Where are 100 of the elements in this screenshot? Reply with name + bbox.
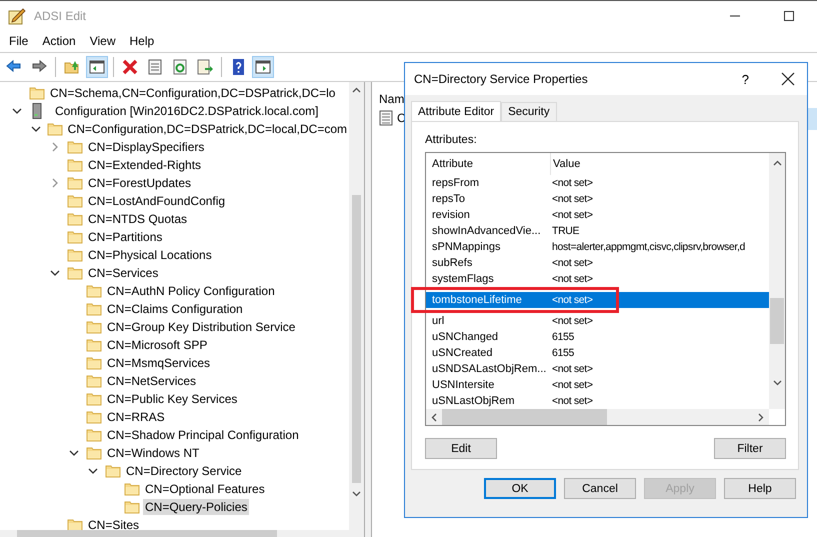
action-pane-icon[interactable] — [252, 56, 274, 78]
scroll-thumb[interactable] — [442, 409, 607, 425]
horizontal-scrollbar[interactable] — [0, 530, 364, 537]
attribute-row[interactable]: uSNLastObjRem <not set> — [426, 393, 769, 409]
tree-item[interactable]: CN=AuthN Policy Configuration — [105, 283, 277, 299]
column-header[interactable]: Nam — [379, 88, 404, 110]
attribute-row[interactable]: uSNCreated 6155 — [426, 345, 769, 361]
attribute-name: uSNLastObjRem — [431, 395, 516, 407]
chevron-right-icon[interactable] — [50, 142, 60, 152]
scroll-up-icon[interactable] — [352, 87, 361, 93]
attribute-value: <not set> — [551, 363, 593, 375]
help-button[interactable]: ? — [742, 72, 749, 86]
tree-item[interactable]: CN=Query-Policies — [143, 499, 250, 515]
tree-item[interactable]: CN=Optional Features — [143, 481, 267, 497]
tree-item[interactable]: CN=Windows NT — [105, 445, 202, 461]
menu-item[interactable]: Action — [35, 34, 83, 48]
chevron-down-icon[interactable] — [69, 448, 79, 458]
attribute-value: host=alerter,appmgmt,cisvc,clipsrv,browser,d — [551, 241, 746, 253]
chevron-down-icon[interactable] — [50, 268, 60, 278]
menu-item[interactable]: File — [2, 34, 36, 48]
folder-icon — [67, 140, 83, 154]
attribute-name: subRefs — [431, 257, 474, 269]
tree-item[interactable]: CN=Claims Configuration — [105, 301, 245, 317]
folder-icon — [67, 230, 83, 244]
console-tree-icon[interactable] — [86, 56, 108, 78]
scroll-thumb[interactable] — [17, 530, 277, 537]
action-button[interactable]: Filter — [714, 438, 786, 459]
attribute-row[interactable]: revision <not set> — [426, 207, 769, 223]
tree-item[interactable]: CN=MsmqServices — [105, 355, 212, 371]
column-header[interactable]: Value — [551, 158, 580, 170]
scroll-down-icon[interactable] — [772, 380, 782, 386]
attribute-row[interactable]: subRefs <not set> — [426, 255, 769, 271]
chevron-right-icon[interactable] — [50, 178, 60, 188]
vertical-scrollbar[interactable] — [349, 82, 364, 530]
attribute-value: <not set> — [551, 257, 593, 269]
folder-icon — [86, 446, 102, 460]
attribute-row[interactable]: uSNDSALastObjRem... <not set> — [426, 361, 769, 377]
tree-item[interactable]: CN=Schema,CN=Configuration,DC=DSPatrick,DC=lo — [48, 85, 338, 101]
close-icon[interactable] — [781, 72, 795, 86]
attribute-value: 6155 — [551, 331, 574, 343]
attribute-row[interactable]: repsFrom <not set> — [426, 175, 769, 191]
folder-icon — [124, 500, 140, 514]
tree-item[interactable]: CN=DisplaySpecifiers — [86, 139, 206, 155]
chevron-down-icon[interactable] — [30, 124, 41, 134]
tree-item[interactable]: CN=NTDS Quotas — [86, 211, 190, 227]
scroll-left-icon[interactable] — [431, 412, 437, 422]
attribute-row[interactable]: url <not set> — [426, 313, 769, 329]
tree-item[interactable]: CN=Physical Locations — [86, 247, 214, 263]
attribute-name: systemFlags — [431, 273, 495, 285]
attribute-value: <not set> — [551, 395, 593, 407]
tree-item[interactable]: CN=NetServices — [105, 373, 198, 389]
tree-item[interactable]: CN=Shadow Principal Configuration — [105, 427, 301, 443]
tree-item[interactable]: CN=LostAndFoundConfig — [86, 193, 228, 209]
tree-item[interactable]: CN=Microsoft SPP — [105, 337, 210, 353]
scroll-down-icon[interactable] — [352, 491, 361, 497]
tree-item[interactable]: CN=Extended-Rights — [86, 157, 204, 173]
attribute-row[interactable]: uSNChanged 6155 — [426, 329, 769, 345]
dialog-button[interactable]: Cancel — [564, 478, 636, 499]
scroll-up-icon[interactable] — [772, 160, 782, 166]
maximize-icon[interactable] — [783, 10, 795, 22]
folder-icon — [86, 302, 102, 316]
tree-item[interactable]: CN=Group Key Distribution Service — [105, 319, 298, 335]
attribute-row[interactable]: tombstoneLifetime <not set> — [426, 292, 769, 308]
scroll-thumb[interactable] — [352, 195, 361, 483]
attribute-value: <not set> — [551, 209, 593, 221]
folder-icon — [67, 266, 83, 280]
tree-item[interactable]: CN=Partitions — [86, 229, 164, 245]
folder-icon — [86, 428, 102, 442]
tree-item[interactable]: CN=RRAS — [105, 409, 167, 425]
tree-item[interactable]: CN=Public Key Services — [105, 391, 240, 407]
attribute-row[interactable]: sPNMappings host=alerter,appmgmt,cisvc,clipsrv,browser,d — [426, 239, 769, 255]
tree-item[interactable]: CN=ForestUpdates — [86, 175, 194, 191]
folder-icon — [86, 320, 102, 334]
tree-item[interactable]: Configuration [Win2016DC2.DSPatrick.local.com] — [53, 103, 320, 119]
attribute-name: sPNMappings — [431, 241, 502, 253]
scroll-right-icon[interactable] — [758, 412, 764, 422]
tree-item[interactable]: CN=Sites — [86, 517, 142, 530]
scroll-thumb[interactable] — [770, 298, 784, 344]
menu-item[interactable]: Help — [122, 34, 162, 48]
horizontal-scrollbar[interactable] — [426, 409, 769, 425]
tab[interactable]: Security — [501, 102, 557, 121]
attribute-row[interactable]: showInAdvancedVie... TRUE — [426, 223, 769, 239]
chevron-down-icon[interactable] — [88, 466, 98, 476]
attribute-row[interactable]: USNIntersite <not set> — [426, 377, 769, 393]
list-icon — [379, 110, 393, 126]
tree-item[interactable]: CN=Configuration,DC=DSPatrick,DC=local,DC=com — [66, 121, 349, 137]
column-header[interactable]: Attribute — [426, 153, 551, 175]
dialog-button[interactable]: Help — [724, 478, 796, 499]
action-button[interactable]: Edit — [425, 438, 497, 459]
menu-item[interactable]: View — [82, 34, 122, 48]
folder-icon — [67, 158, 83, 172]
dialog-button[interactable]: OK — [484, 478, 556, 499]
tree-item[interactable]: CN=Services — [86, 265, 160, 281]
chevron-down-icon[interactable] — [12, 106, 22, 116]
attribute-row[interactable]: systemFlags <not set> — [426, 271, 769, 287]
vertical-scrollbar[interactable] — [769, 153, 785, 409]
attribute-row[interactable]: repsTo <not set> — [426, 191, 769, 207]
tab[interactable]: Attribute Editor — [411, 101, 502, 121]
tree-item[interactable]: CN=Directory Service — [124, 463, 244, 479]
attribute-name: revision — [431, 209, 471, 221]
